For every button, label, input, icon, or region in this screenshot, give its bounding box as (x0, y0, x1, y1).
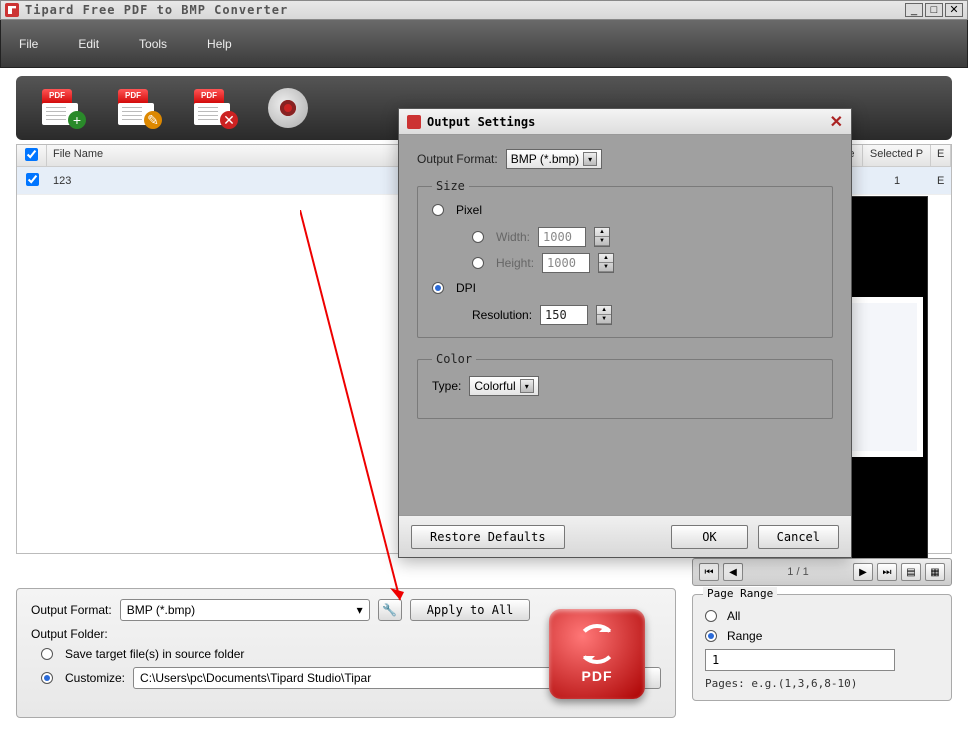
ok-button[interactable]: OK (671, 525, 747, 549)
dialog-icon (407, 115, 421, 129)
page-indicator: 1 / 1 (747, 566, 849, 578)
pixel-radio[interactable] (432, 204, 444, 216)
convert-icon (577, 624, 617, 664)
dlg-outputformat-select[interactable]: BMP (*.bmp)▾ (506, 149, 602, 169)
last-page-button[interactable]: ⏭ (877, 563, 897, 581)
add-pdf-button[interactable]: PDF+ (34, 86, 86, 130)
width-spinner[interactable]: ▲▼ (594, 227, 610, 247)
save-source-radio[interactable] (41, 648, 53, 660)
edit-pdf-button[interactable]: PDF✎ (110, 86, 162, 130)
dlg-outputformat-label: Output Format: (417, 152, 498, 166)
range-hint: Pages: e.g.(1,3,6,8-10) (705, 677, 939, 690)
output-settings-button[interactable]: 🔧 (378, 599, 402, 621)
range-radio[interactable] (705, 630, 717, 642)
menubar: File Edit Tools Help (0, 20, 968, 68)
all-pages-radio[interactable] (705, 610, 717, 622)
remove-pdf-button[interactable]: PDF✕ (186, 86, 238, 130)
apply-to-all-button[interactable]: Apply to All (410, 599, 531, 621)
view-mode-2-button[interactable]: ▦ (925, 563, 945, 581)
convert-button[interactable]: PDF (549, 609, 645, 699)
page-range-group: Page Range All Range Pages: e.g.(1,3,6,8… (692, 594, 952, 701)
dpi-radio[interactable] (432, 282, 444, 294)
size-fieldset: Size Pixel Width:1000▲▼ Height:1000▲▼ DP… (417, 179, 833, 338)
menu-edit[interactable]: Edit (78, 37, 99, 51)
first-page-button[interactable]: ⏮ (699, 563, 719, 581)
height-radio[interactable] (472, 257, 484, 269)
resolution-input[interactable]: 150 (540, 305, 588, 325)
view-mode-1-button[interactable]: ▤ (901, 563, 921, 581)
menu-help[interactable]: Help (207, 37, 232, 51)
color-fieldset: Color Type:Colorful▾ (417, 352, 833, 419)
nav-panel: ⏮ ◀ 1 / 1 ▶ ⏭ ▤ ▦ Page Range All Range P… (692, 558, 952, 718)
close-button[interactable]: ✕ (945, 3, 963, 17)
menu-file[interactable]: File (19, 37, 38, 51)
titlebar: Tipard Free PDF to BMP Converter _ □ ✕ (0, 0, 968, 20)
cell-selected: 1 (863, 175, 931, 187)
gear-icon (268, 88, 308, 128)
menu-tools[interactable]: Tools (139, 37, 167, 51)
height-input[interactable]: 1000 (542, 253, 590, 273)
cancel-button[interactable]: Cancel (758, 525, 839, 549)
col-selectedpage[interactable]: Selected P (863, 145, 931, 166)
app-icon (5, 3, 19, 17)
save-source-label: Save target file(s) in source folder (65, 647, 244, 661)
output-path-input[interactable]: C:\Users\pc\Documents\Tipard Studio\Tipa… (133, 667, 590, 689)
customize-radio[interactable] (41, 672, 53, 684)
select-all-checkbox[interactable] (25, 148, 38, 161)
resolution-spinner[interactable]: ▲▼ (596, 305, 612, 325)
dialog-title: Output Settings (427, 115, 535, 129)
chevron-down-icon: ▾ (357, 603, 363, 617)
row-checkbox[interactable] (26, 173, 39, 186)
chevron-down-icon: ▾ (520, 379, 534, 393)
output-format-select[interactable]: BMP (*.bmp)▾ (120, 599, 370, 621)
dialog-close-button[interactable]: ✕ (830, 112, 843, 132)
restore-defaults-button[interactable]: Restore Defaults (411, 525, 565, 549)
height-spinner[interactable]: ▲▼ (598, 253, 614, 273)
window-title: Tipard Free PDF to BMP Converter (25, 3, 288, 17)
maximize-button[interactable]: □ (925, 3, 943, 17)
output-settings-dialog: Output Settings ✕ Output Format: BMP (*.… (398, 108, 852, 558)
wrench-icon: 🔧 (382, 603, 397, 617)
minimize-button[interactable]: _ (905, 3, 923, 17)
page-range-legend: Page Range (703, 587, 777, 600)
next-page-button[interactable]: ▶ (853, 563, 873, 581)
prev-page-button[interactable]: ◀ (723, 563, 743, 581)
width-radio[interactable] (472, 231, 484, 243)
width-input[interactable]: 1000 (538, 227, 586, 247)
chevron-down-icon: ▾ (583, 152, 597, 166)
output-format-label: Output Format: (31, 603, 112, 617)
preview-nav: ⏮ ◀ 1 / 1 ▶ ⏭ ▤ ▦ (692, 558, 952, 586)
color-type-select[interactable]: Colorful▾ (469, 376, 538, 396)
range-input[interactable] (705, 649, 895, 671)
output-panel: Output Format: BMP (*.bmp)▾ 🔧 Apply to A… (16, 588, 676, 718)
output-folder-label: Output Folder: (31, 627, 108, 641)
settings-button[interactable] (262, 86, 314, 130)
customize-label: Customize: (65, 671, 125, 685)
dialog-titlebar[interactable]: Output Settings ✕ (399, 109, 851, 135)
cell-extra: E (931, 175, 951, 187)
col-extra[interactable]: E (931, 145, 951, 166)
